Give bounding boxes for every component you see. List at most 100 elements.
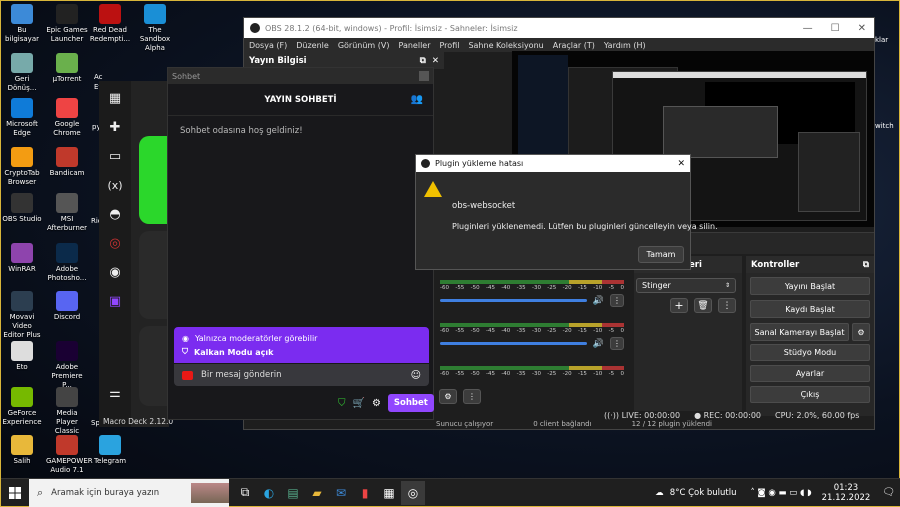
shield-mode-label: Kalkan Modu açık — [194, 347, 274, 357]
menu-item[interactable]: Sahne Koleksiyonu — [468, 41, 543, 50]
controls-header: Kontroller ⧉ — [746, 256, 874, 273]
ok-button[interactable]: Tamam — [638, 246, 684, 263]
obs-taskbar-icon[interactable]: ◎ — [401, 480, 425, 505]
desktop-icon[interactable]: Salih — [1, 435, 43, 466]
desktop-icon[interactable]: Adobe Photosho... — [46, 243, 88, 283]
menu-item[interactable]: Düzenle — [296, 41, 329, 50]
add-transition-button[interactable]: + — [670, 298, 688, 313]
edge-icon[interactable]: ◐ — [257, 481, 281, 505]
gear-icon[interactable]: ⚙ — [852, 323, 870, 341]
menu-item[interactable]: Görünüm (V) — [338, 41, 390, 50]
taskbar: ⌕ Aramak için buraya yazın ⧉ ◐ ▤ ▰ ✉ ▮ ▦… — [1, 478, 900, 507]
chat-send-button[interactable]: Sohbet — [387, 394, 434, 412]
macro-button-green[interactable] — [139, 136, 169, 224]
obs-plugin-icon[interactable]: ◎ — [99, 231, 131, 255]
settings-sliders-icon[interactable]: ⚌ — [99, 381, 131, 405]
puzzle-icon[interactable]: ✚ — [99, 115, 131, 139]
desktop-icon[interactable]: Bu bilgisayar — [1, 4, 43, 44]
twitch-icon[interactable]: ▣ — [99, 289, 131, 313]
start-virtualcam-button[interactable]: Sanal Kamerayı Başlat — [750, 323, 849, 341]
menu-item[interactable]: Yardım (H) — [604, 41, 646, 50]
desktop-icon[interactable]: Telegram — [89, 435, 131, 466]
emote-icon[interactable]: ☺ — [411, 370, 421, 381]
gear-icon[interactable]: ⚙ — [439, 389, 457, 404]
start-stream-button[interactable]: Yayını Başlat — [750, 277, 870, 295]
tray-icons[interactable]: ˄ ◙ ◉ ▬ ▭ ◖ ◗ — [750, 488, 811, 498]
start-record-button[interactable]: Kaydı Başlat — [750, 300, 870, 318]
close-icon[interactable]: ✕ — [677, 159, 685, 169]
desktop-icon[interactable]: WinRAR — [1, 243, 43, 274]
desktop-icon[interactable]: Adobe Premiere P... — [46, 341, 88, 390]
taskbar-search-input[interactable]: ⌕ Aramak için buraya yazın — [29, 478, 229, 507]
exit-button[interactable]: Çıkış — [750, 386, 870, 403]
store-icon[interactable]: ▤ — [281, 481, 305, 505]
desktop-icon[interactable]: GAMEPOWER Audio 7.1 — [46, 435, 93, 475]
desktop-icon[interactable]: Bandicam — [46, 147, 88, 178]
sandbox-icon — [144, 4, 166, 24]
more-icon[interactable]: ⋮ — [610, 337, 624, 350]
close-icon[interactable]: ✕ — [432, 56, 439, 66]
cart-icon[interactable]: 🛒 — [353, 398, 365, 409]
more-icon[interactable]: ⋮ — [463, 389, 481, 404]
more-icon[interactable]: ⋮ — [718, 298, 736, 313]
mail-icon[interactable]: ✉ — [329, 481, 353, 505]
desktop-icon[interactable]: Epic Games Launcher — [46, 4, 88, 44]
close-icon[interactable]: ✕ — [858, 23, 866, 34]
desktop-icon[interactable]: OBS Studio — [1, 193, 43, 224]
desktop-icon[interactable]: GeForce Experience — [1, 387, 43, 427]
speaker-icon[interactable]: 🔊 — [593, 296, 604, 306]
discord-icon[interactable]: ◓ — [99, 202, 131, 226]
macro-deck-icon[interactable]: ▦ — [377, 481, 401, 505]
desktop-icon[interactable]: Media Player Classic — [46, 387, 88, 436]
menu-item[interactable]: Dosya (F) — [249, 41, 287, 50]
task-view-icon[interactable]: ⧉ — [233, 481, 257, 505]
menu-item[interactable]: Paneller — [398, 41, 430, 50]
notification-icon[interactable]: 🗨 — [882, 487, 895, 498]
desktop-icon[interactable]: Red Dead Redempti... — [89, 4, 131, 44]
desktop-icon[interactable]: Eto — [1, 341, 43, 372]
minimize-icon[interactable]: — — [803, 23, 813, 34]
meter-tick: -15 — [577, 328, 587, 334]
menu-item[interactable]: Araçlar (T) — [553, 41, 595, 50]
desktop-icon[interactable]: µTorrent — [46, 53, 88, 84]
desktop-icon[interactable]: Discord — [46, 291, 88, 322]
macro-button-empty[interactable] — [139, 326, 169, 406]
variables-icon[interactable]: (x) — [99, 173, 131, 197]
menu-item[interactable]: Profil — [440, 41, 460, 50]
obs-menubar: Dosya (F) Düzenle Görünüm (V) Paneller Profi… — [244, 38, 874, 52]
office-icon[interactable]: ▮ — [353, 481, 377, 505]
desktop-icon[interactable]: The Sandbox Alpha — [134, 4, 176, 53]
transition-select[interactable]: Stinger ⇕ — [636, 278, 736, 293]
windows-start-icon[interactable] — [1, 481, 29, 505]
macro-deck-window: ▦ ✚ ▭ (x) ◓ ◎ ◉ ▣ ⚌ Macro Deck 2.12.0 — [99, 81, 173, 427]
float-icon[interactable]: ⧉ — [420, 56, 426, 66]
studio-mode-button[interactable]: Stüdyo Modu — [750, 344, 870, 361]
settings-button[interactable]: Ayarlar — [750, 365, 870, 382]
clock[interactable]: 01:23 21.12.2022 — [822, 483, 871, 503]
volume-slider[interactable] — [440, 342, 587, 345]
desktop-icon[interactable]: MSI Afterburner — [46, 193, 88, 233]
gear-icon[interactable]: ⚙ — [372, 398, 381, 409]
shield-icon[interactable]: ⛉ — [338, 398, 346, 409]
desktop-icon[interactable]: CryptoTab Browser — [1, 147, 43, 187]
grid-icon[interactable]: ▦ — [99, 86, 131, 110]
desktop-icon[interactable]: Google Chrome — [46, 98, 88, 138]
users-icon[interactable]: 👥 — [411, 94, 423, 105]
folder-icon[interactable]: ▰ — [305, 481, 329, 505]
desktop-icon[interactable]: Geri Dönüş... — [1, 53, 43, 93]
float-icon[interactable]: ⧉ — [863, 260, 869, 270]
edge-icon — [11, 98, 33, 118]
macro-button-empty[interactable] — [139, 231, 169, 319]
msi-icon — [56, 193, 78, 213]
trash-icon[interactable]: 🗑 — [694, 298, 712, 313]
speaker-icon[interactable]: 🔊 — [593, 339, 604, 349]
chat-input[interactable]: Bir mesaj gönderin ☺ — [174, 364, 429, 386]
desktop-icon[interactable]: Microsoft Edge — [1, 98, 43, 138]
volume-slider[interactable] — [440, 299, 587, 302]
spotify-icon[interactable]: ◉ — [99, 260, 131, 284]
more-icon[interactable]: ⋮ — [610, 294, 624, 307]
devices-icon[interactable]: ▭ — [99, 144, 131, 168]
maximize-icon[interactable]: ☐ — [831, 23, 840, 34]
chat-header: YAYIN SOHBETİ — [264, 94, 337, 105]
weather-text[interactable]: 8°C Çok bulutlu — [670, 488, 737, 498]
